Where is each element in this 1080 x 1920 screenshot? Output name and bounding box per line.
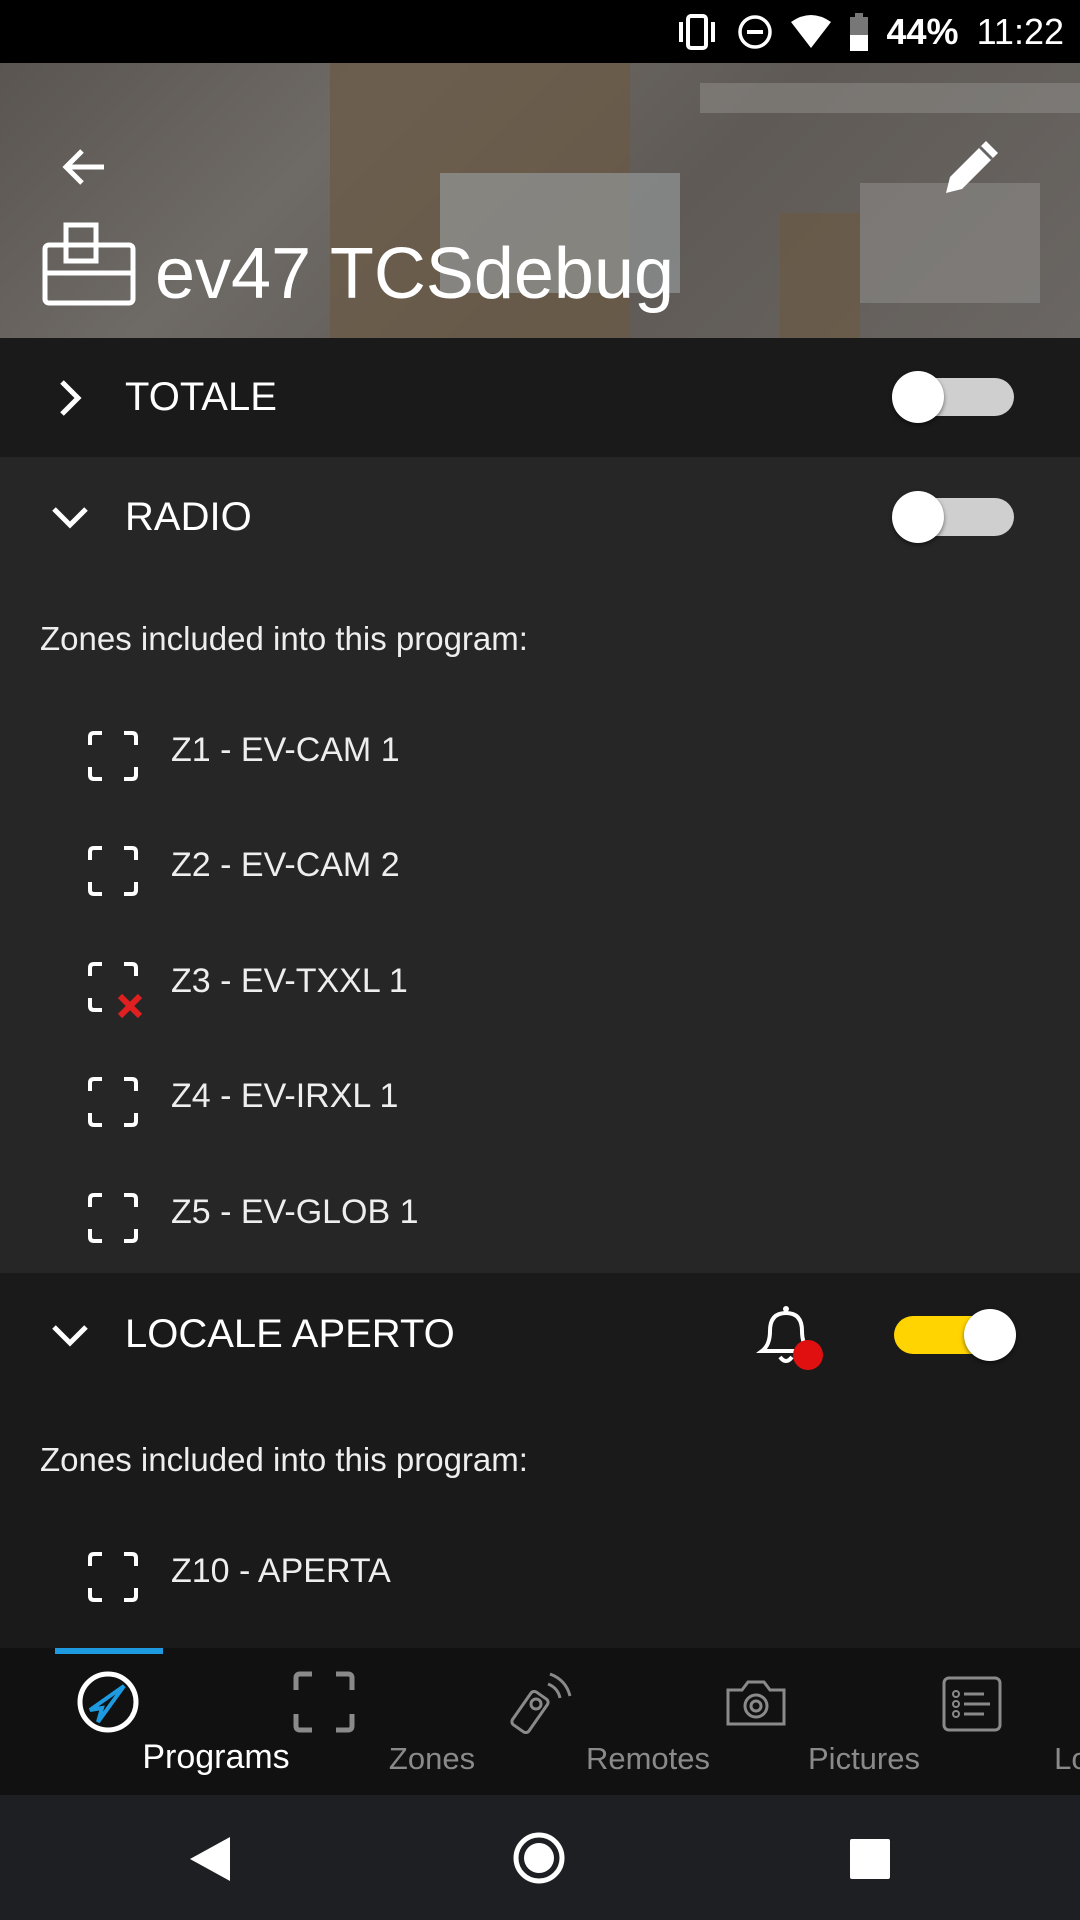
program-radio: RADIO Zones included into this program: … (0, 457, 1080, 1273)
program-name: LOCALE APERTO (125, 1311, 455, 1356)
zone-label: Z4 - EV-IRXL 1 (171, 1077, 399, 1115)
zone-label: Z1 - EV-CAM 1 (171, 731, 400, 769)
zone-label: Z2 - EV-CAM 2 (171, 846, 400, 884)
zone-item[interactable]: Z3 - EV-TXXL 1 (0, 942, 1080, 1022)
tab-pictures[interactable]: Pictures (648, 1648, 920, 1795)
zones-label: Zones included into this program: (40, 1441, 528, 1478)
program-radio-header[interactable]: RADIO (0, 457, 1080, 577)
back-triangle-icon[interactable] (186, 1835, 232, 1883)
page-title: ev47 TCSdebug (155, 234, 675, 314)
program-name: TOTALE (125, 375, 277, 419)
program-totale[interactable]: TOTALE (0, 338, 1080, 457)
dnd-icon (737, 14, 772, 49)
vibrate-icon (678, 13, 715, 50)
chevron-down-icon[interactable] (50, 497, 90, 537)
tab-programs[interactable]: Programs (0, 1648, 290, 1795)
program-locale-aperto: LOCALE APERTO Zones included into this p… (0, 1273, 1080, 1648)
zone-item[interactable]: Z2 - EV-CAM 2 (0, 826, 1080, 906)
tab-remotes[interactable]: Remotes (432, 1648, 710, 1795)
remote-icon (510, 1672, 572, 1734)
camera-icon (726, 1680, 786, 1726)
zone-item[interactable]: Z5 - EV-GLOB 1 (0, 1173, 1080, 1253)
back-arrow-icon[interactable] (60, 143, 108, 191)
battery-percent: 44% (886, 10, 959, 52)
program-toggle[interactable] (892, 491, 1014, 543)
program-toggle[interactable] (892, 371, 1014, 423)
zones-icon (293, 1671, 355, 1733)
log-list-icon (942, 1676, 1002, 1732)
zone-icon (88, 1193, 138, 1243)
header: ev47 TCSdebug (0, 63, 1080, 338)
home-circle-icon[interactable] (512, 1831, 566, 1885)
program-locale-header[interactable]: LOCALE APERTO (0, 1273, 1080, 1395)
zone-excluded-icon (88, 962, 143, 1019)
recents-square-icon[interactable] (848, 1837, 892, 1881)
tab-zones[interactable]: Zones (216, 1648, 475, 1795)
zone-item[interactable]: Z4 - EV-IRXL 1 (0, 1057, 1080, 1137)
wifi-icon (790, 14, 831, 48)
zone-icon (88, 846, 138, 896)
chevron-down-icon[interactable] (50, 1315, 90, 1355)
programs-icon (77, 1671, 139, 1733)
zone-icon (88, 1077, 138, 1127)
alarm-bell-icon[interactable] (754, 1301, 830, 1377)
zone-item[interactable]: Z1 - EV-CAM 1 (0, 711, 1080, 791)
tab-label: Log (1054, 1741, 1080, 1776)
system-nav-bar (0, 1795, 1080, 1920)
zones-label: Zones included into this program: (40, 620, 528, 657)
zone-icon (88, 1552, 138, 1602)
edit-pencil-icon[interactable] (936, 133, 1006, 203)
zone-item[interactable]: Z10 - APERTA (0, 1532, 1080, 1612)
zone-label: Z5 - EV-GLOB 1 (171, 1193, 419, 1231)
status-bar: 44% 11:22 (0, 0, 1080, 63)
tab-log[interactable]: Log (864, 1648, 1080, 1795)
program-toggle[interactable] (894, 1309, 1016, 1361)
battery-icon (849, 12, 868, 51)
control-panel-icon (42, 222, 136, 306)
zone-icon (88, 731, 138, 781)
program-name: RADIO (125, 494, 252, 539)
zone-label: Z3 - EV-TXXL 1 (171, 962, 408, 1000)
chevron-right-icon[interactable] (50, 378, 90, 418)
clock: 11:22 (976, 10, 1064, 52)
bottom-nav: Programs Zones Remotes Pictures Log (0, 1648, 1080, 1795)
zone-label: Z10 - APERTA (171, 1552, 391, 1590)
